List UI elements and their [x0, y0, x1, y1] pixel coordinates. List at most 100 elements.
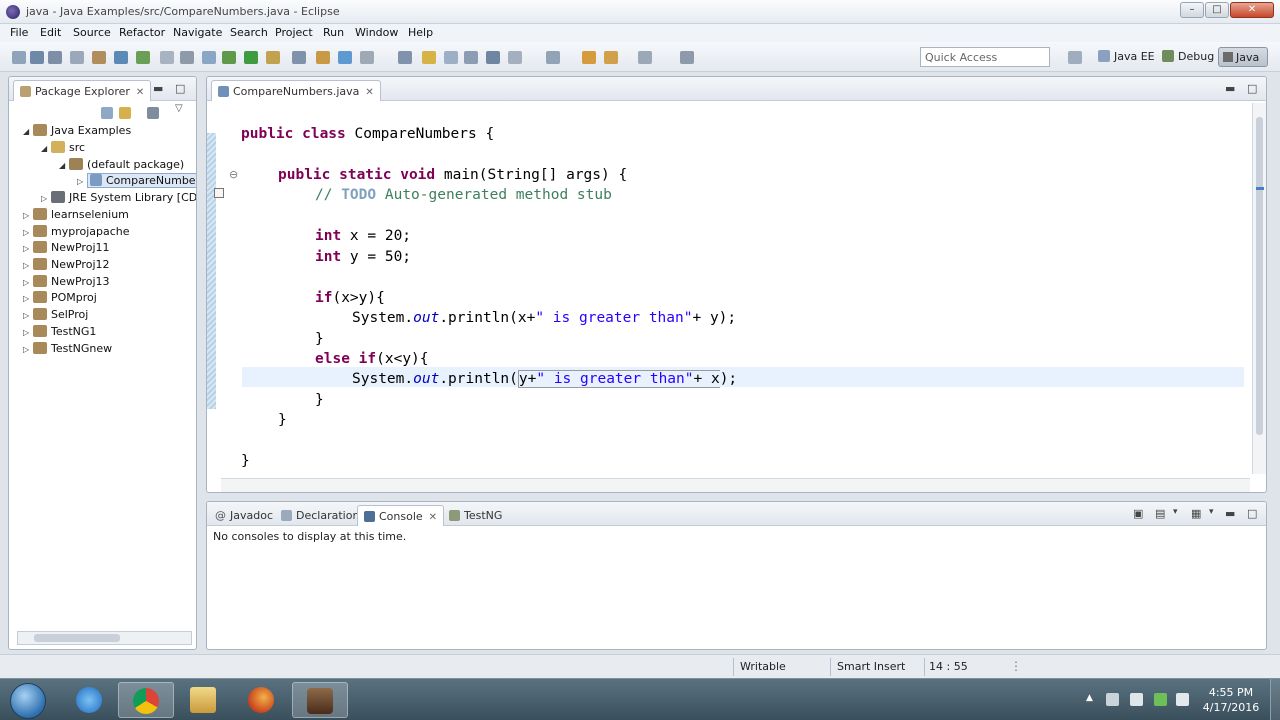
tab-javadoc[interactable]: @ Javadoc: [209, 505, 279, 526]
power-icon[interactable]: [1154, 693, 1167, 706]
menu-window[interactable]: Window: [355, 26, 398, 39]
scroll-thumb[interactable]: [34, 634, 120, 642]
menu-help[interactable]: Help: [408, 26, 433, 39]
code-editor[interactable]: public class CompareNumbers { public sta…: [221, 103, 1250, 474]
tree-item-selproj[interactable]: ▷ SelProj: [23, 308, 88, 325]
quick-access-input[interactable]: Quick Access: [920, 47, 1050, 67]
tab-console[interactable]: Console ✕: [357, 505, 445, 526]
menu-refactor[interactable]: Refactor: [119, 26, 165, 39]
new-package-icon[interactable]: [316, 51, 330, 64]
open-console-icon[interactable]: ▦: [1191, 507, 1201, 520]
debug-icon[interactable]: [222, 51, 236, 64]
external-tools-icon[interactable]: [266, 51, 280, 64]
menu-run[interactable]: Run: [323, 26, 344, 39]
close-button[interactable]: ✕: [1230, 2, 1274, 18]
maximize-view-icon[interactable]: □: [175, 82, 185, 95]
close-icon[interactable]: ✕: [429, 512, 437, 523]
taskbar-chrome[interactable]: [118, 682, 174, 718]
forward-icon[interactable]: [604, 51, 618, 64]
open-perspective-icon[interactable]: [1068, 51, 1082, 64]
taskbar-eclipse[interactable]: [292, 682, 348, 718]
chevron-up-icon[interactable]: ▲: [1086, 693, 1093, 703]
view-menu-icon[interactable]: [147, 107, 159, 119]
taskbar-explorer[interactable]: [176, 682, 232, 718]
network-icon[interactable]: [1176, 693, 1189, 706]
menu-project[interactable]: Project: [275, 26, 313, 39]
collapse-all-icon[interactable]: [101, 107, 113, 119]
overview-ruler-marker[interactable]: [1256, 187, 1264, 190]
tab-package-explorer[interactable]: Package Explorer ✕: [13, 80, 152, 101]
tree-item-newproj12[interactable]: ▷ NewProj12: [23, 258, 110, 275]
tree-item-testngnew[interactable]: ▷ TestNGnew: [23, 342, 112, 359]
tab-testng[interactable]: TestNG: [443, 505, 508, 526]
tree-item-newproj11[interactable]: ▷ NewProj11: [23, 241, 110, 258]
tree-item-pomproj[interactable]: ▷ POMproj: [23, 291, 97, 308]
tree-item-newproj13[interactable]: ▷ NewProj13: [23, 275, 110, 292]
save-icon[interactable]: [30, 51, 44, 64]
tool-icon[interactable]: [180, 51, 194, 64]
perspective-debug[interactable]: Debug: [1162, 50, 1214, 63]
chevron-down-icon[interactable]: ▾: [1173, 507, 1178, 517]
menu-navigate[interactable]: Navigate: [173, 26, 222, 39]
volume-icon[interactable]: [1130, 693, 1143, 706]
tool-icon[interactable]: [638, 51, 652, 64]
minimize-view-icon[interactable]: ▬: [153, 82, 163, 95]
minimize-view-icon[interactable]: ▬: [1225, 507, 1235, 520]
action-center-icon[interactable]: [1106, 693, 1119, 706]
tool-icon[interactable]: [292, 51, 306, 64]
new-class-icon[interactable]: [338, 51, 352, 64]
print-icon[interactable]: [70, 51, 84, 64]
menu-file[interactable]: File: [10, 26, 28, 39]
close-icon[interactable]: ✕: [136, 87, 144, 98]
close-icon[interactable]: ✕: [365, 87, 373, 98]
tool-icon[interactable]: [464, 51, 478, 64]
package-explorer-hscrollbar[interactable]: [17, 631, 192, 645]
monitor-icon[interactable]: ▤: [1155, 507, 1165, 520]
tool-icon[interactable]: [360, 51, 374, 64]
save-all-icon[interactable]: [48, 51, 62, 64]
editor-hscrollbar[interactable]: [221, 478, 1250, 492]
tree-item-jre-system-library[interactable]: ▷ JRE System Library [CDC: [41, 191, 196, 208]
taskbar-firefox[interactable]: [234, 682, 290, 718]
tool-icon[interactable]: [444, 51, 458, 64]
tool-icon[interactable]: [680, 51, 694, 64]
tree-item-myprojapache[interactable]: ▷ myprojapache: [23, 225, 130, 242]
tree-item-learnselenium[interactable]: ▷ learnselenium: [23, 208, 129, 225]
tree-item-java-examples[interactable]: ◢ Java Examples: [23, 124, 131, 141]
tab-declaration[interactable]: Declaration: [275, 505, 365, 526]
tool-icon[interactable]: [160, 51, 174, 64]
tool-icon[interactable]: [508, 51, 522, 64]
run-icon[interactable]: [244, 51, 258, 64]
perspective-java[interactable]: Java: [1218, 47, 1268, 67]
tree-item-comparenumbers[interactable]: ▷ CompareNumbe: [77, 173, 196, 191]
skip-breakpoints-icon[interactable]: [114, 51, 128, 64]
chevron-down-icon[interactable]: ▾: [1209, 507, 1214, 517]
scroll-thumb[interactable]: [1256, 117, 1263, 435]
maximize-view-icon[interactable]: □: [1247, 82, 1257, 95]
back-icon[interactable]: [582, 51, 596, 64]
link-with-editor-icon[interactable]: [119, 107, 131, 119]
tree-item-testng1[interactable]: ▷ TestNG1: [23, 325, 96, 342]
menu-edit[interactable]: Edit: [40, 26, 61, 39]
build-icon[interactable]: [92, 51, 106, 64]
refresh-icon[interactable]: [136, 51, 150, 64]
tree-item-src[interactable]: ◢ src: [41, 141, 85, 158]
start-button-icon[interactable]: [10, 683, 46, 719]
chevron-down-icon[interactable]: ▽: [175, 103, 183, 114]
new-icon[interactable]: [12, 51, 26, 64]
perspective-java-ee[interactable]: Java EE: [1098, 50, 1155, 63]
tool-icon[interactable]: [486, 51, 500, 64]
editor-vscrollbar[interactable]: [1252, 103, 1266, 474]
display-console-icon[interactable]: ▣: [1133, 507, 1143, 520]
minimize-button[interactable]: –: [1180, 2, 1204, 18]
taskbar-clock[interactable]: 4:55 PM 4/17/2016: [1196, 685, 1266, 715]
tool-icon[interactable]: [202, 51, 216, 64]
status-insert-mode[interactable]: Smart Insert: [837, 660, 905, 673]
menu-search[interactable]: Search: [230, 26, 268, 39]
menu-source[interactable]: Source: [73, 26, 111, 39]
show-desktop-button[interactable]: [1270, 679, 1280, 720]
tab-comparenumbers-java[interactable]: CompareNumbers.java ✕: [211, 80, 381, 101]
maximize-button[interactable]: □: [1205, 2, 1229, 18]
taskbar-internet-explorer[interactable]: [62, 682, 118, 718]
annotation-icon[interactable]: [546, 51, 560, 64]
